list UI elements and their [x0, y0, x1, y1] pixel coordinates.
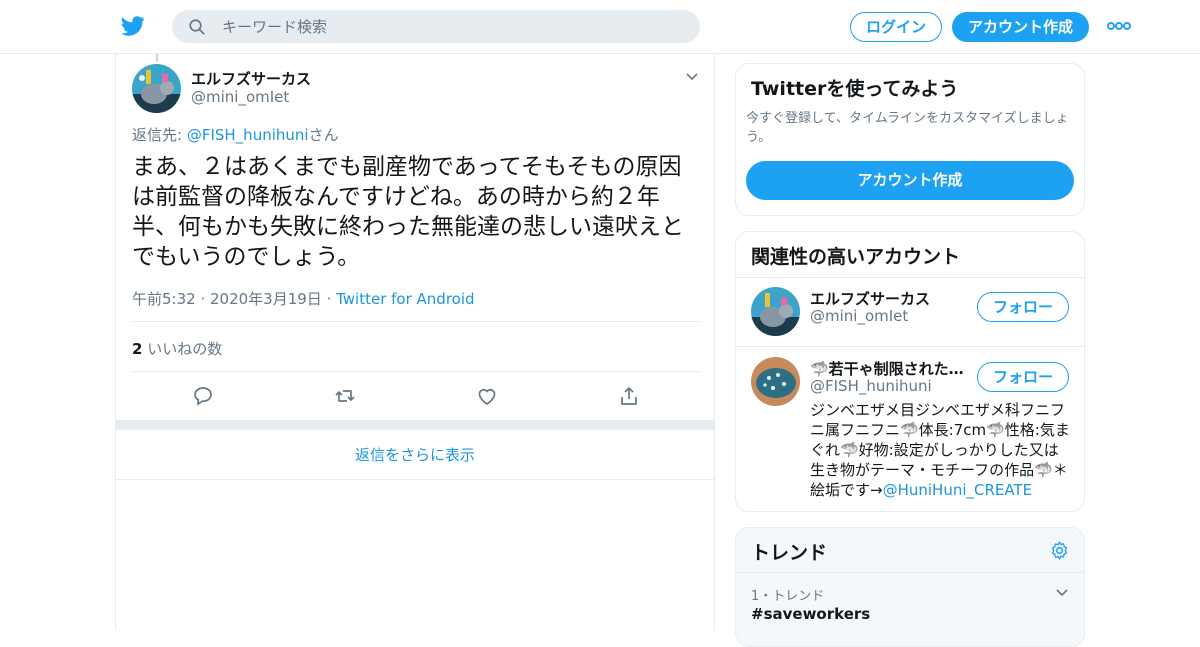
- divider: [736, 346, 1084, 347]
- trend-name[interactable]: #saveworkers: [751, 605, 870, 623]
- account-name[interactable]: エルフズサーカス: [810, 288, 930, 309]
- follow-button[interactable]: フォロー: [977, 292, 1069, 322]
- account-handle[interactable]: @FISH_hunihuni: [810, 377, 932, 395]
- settings-gear-icon[interactable]: [1049, 540, 1070, 561]
- signup-button[interactable]: アカウント作成: [952, 12, 1089, 42]
- show-more-replies-link[interactable]: 返信をさらに表示: [116, 430, 714, 480]
- author-name[interactable]: エルフズサーカス: [191, 68, 311, 89]
- divider: [132, 321, 700, 322]
- reply-suffix: さん: [308, 126, 339, 144]
- trends-card: トレンド 1・トレンド #saveworkers: [735, 527, 1085, 647]
- chevron-down-icon[interactable]: [684, 68, 700, 84]
- search-icon: [189, 19, 205, 35]
- trend-meta: 1・トレンド: [751, 589, 825, 604]
- search-box[interactable]: [172, 10, 700, 43]
- related-accounts-card: 関連性の高いアカウント エルフズサーカス @mini_omIet フォロー 🦈若…: [735, 231, 1085, 512]
- divider: [132, 371, 700, 372]
- meta-separator: ·: [321, 290, 337, 308]
- like-count: 2: [132, 340, 143, 358]
- more-options-icon[interactable]: [1106, 18, 1132, 34]
- signup-card-button[interactable]: アカウント作成: [746, 161, 1074, 200]
- author-handle[interactable]: @mini_omIet: [191, 88, 289, 106]
- reply-handle-link[interactable]: @FISH_hunihuni: [187, 126, 309, 144]
- tweet-source-link[interactable]: Twitter for Android: [336, 290, 474, 308]
- tweet-timestamp[interactable]: 午前5:32 · 2020年3月19日: [132, 290, 322, 308]
- reply-prefix: 返信先:: [132, 126, 187, 144]
- signup-card: Twitterを使ってみよう 今すぐ登録して、タイムラインをカスタマイズしましょ…: [735, 63, 1085, 216]
- account-avatar[interactable]: [751, 357, 800, 406]
- account-bio-link[interactable]: @HuniHuni_CREATE: [883, 481, 1033, 499]
- trends-header: トレンド: [736, 528, 1084, 573]
- divider: [736, 277, 1084, 278]
- top-bar: ログイン アカウント作成: [0, 0, 1200, 54]
- follow-button[interactable]: フォロー: [977, 362, 1069, 392]
- like-heart-icon[interactable]: [475, 384, 499, 408]
- like-stats[interactable]: 2 いいねの数: [132, 338, 222, 359]
- share-icon[interactable]: [617, 384, 641, 408]
- reply-icon[interactable]: [191, 384, 215, 408]
- twitter-bird-icon[interactable]: [120, 14, 146, 38]
- signup-card-text: 今すぐ登録して、タイムラインをカスタマイズしましょう。: [746, 111, 1069, 145]
- trends-title: トレンド: [751, 542, 828, 564]
- related-accounts-title: 関連性の高いアカウント: [751, 246, 961, 268]
- account-name[interactable]: 🦈若干ゃ制限された…: [810, 358, 970, 379]
- like-label: いいねの数: [147, 340, 223, 358]
- account-handle[interactable]: @mini_omIet: [810, 307, 908, 325]
- tweet-meta: 午前5:32 · 2020年3月19日 · Twitter for Androi…: [132, 288, 475, 309]
- section-gap: [116, 420, 714, 430]
- thread-line: [156, 54, 158, 62]
- reply-to: 返信先: @FISH_hunihuniさん: [132, 124, 339, 145]
- tweet-text: まあ、２はあくまでも副産物であってそもそもの原因は前監督の降板なんですけどね。あ…: [132, 154, 684, 270]
- login-button[interactable]: ログイン: [850, 12, 942, 42]
- author-avatar[interactable]: [132, 64, 181, 113]
- account-avatar[interactable]: [751, 287, 800, 336]
- chevron-down-icon[interactable]: [1054, 584, 1070, 600]
- retweet-icon[interactable]: [333, 384, 357, 408]
- signup-card-title: Twitterを使ってみよう: [751, 78, 959, 100]
- tweet-column: エルフズサーカス @mini_omIet 返信先: @FISH_hunihuni…: [115, 54, 715, 630]
- account-bio: ジンベエザメ目ジンベエザメ科フニフニ属フニフニ🦈体長:7cm🦈性格:気まぐれ🦈好…: [810, 400, 1072, 500]
- search-input[interactable]: [222, 10, 682, 43]
